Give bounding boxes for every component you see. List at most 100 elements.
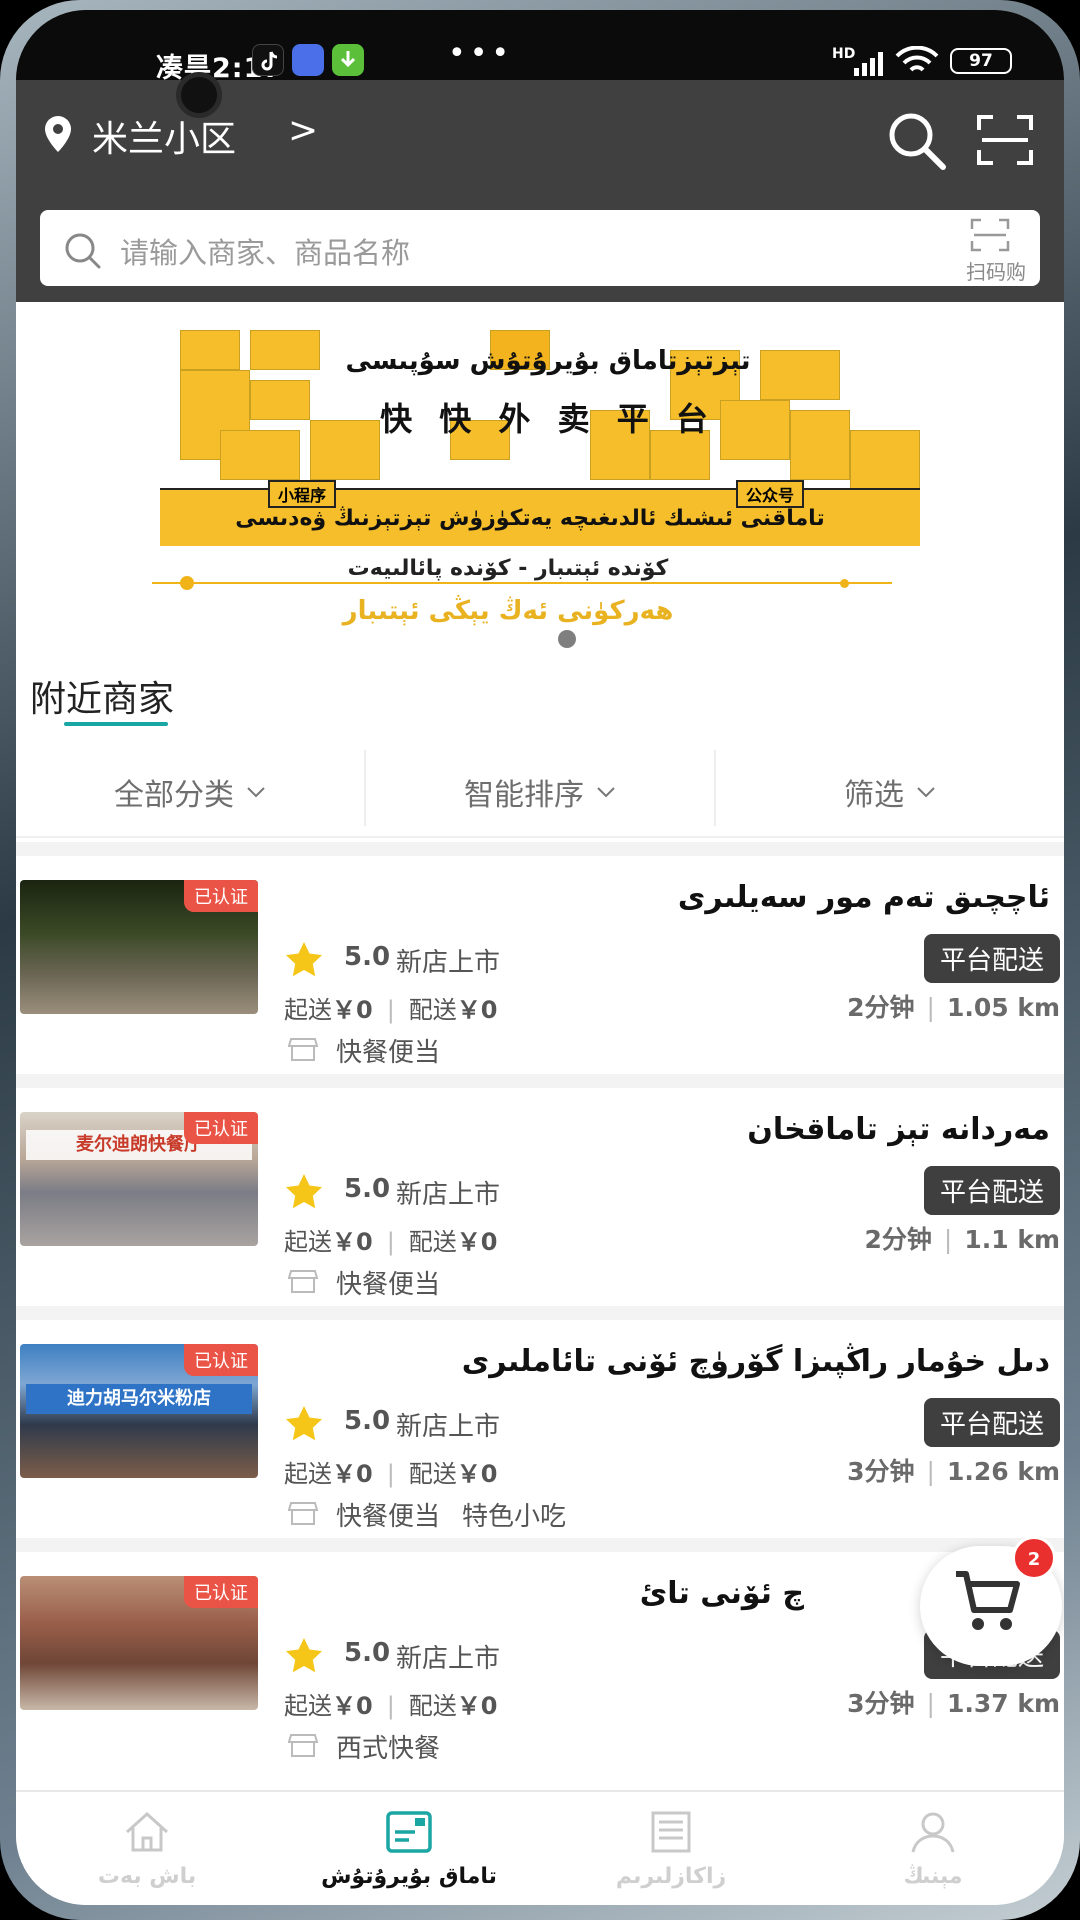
list-separator	[16, 842, 1064, 856]
filter-all-categories[interactable]: 全部分类	[16, 746, 364, 838]
merchant-name[interactable]: ئاچچىق تەم مور سەيلىرى	[678, 880, 1050, 915]
section-title: 附近商家	[30, 679, 175, 720]
location-chevron-icon[interactable]: >	[288, 110, 318, 151]
order-food-icon	[386, 1811, 432, 1853]
promo-banner[interactable]: تېزتېزتاماق بۇيرۇتۇش سۇپىسى 快 快 外 卖 平 台 …	[152, 320, 936, 648]
chevron-down-icon	[597, 787, 615, 798]
status-bar: 凑昙2:17 ••• HD 97	[16, 10, 1064, 84]
merchant-name[interactable]: دىل خۇمار راڭپىزا گۆرۈچ ئۆنى تائاملىرى	[462, 1344, 1050, 1379]
merchant-distance: 2分钟 | 1.05 km	[847, 993, 1060, 1022]
merchant-rating: 5.0	[344, 942, 391, 972]
new-store-tag: 新店上市	[396, 1180, 501, 1210]
store-icon	[288, 1734, 318, 1757]
star-icon	[286, 1638, 322, 1673]
merchant-item[interactable]: 迪力胡马尔米粉店 已认证 دىل خۇمار راڭپىزا گۆرۈچ ئۆن…	[16, 1320, 1064, 1538]
banner-title-uyghur: تېزتېزتاماق بۇيرۇتۇش سۇپىسى	[345, 346, 751, 376]
nav-label: تاماق بۇيرۇتۇش	[321, 1864, 497, 1889]
nav-home[interactable]: باش بەت	[16, 1792, 278, 1905]
new-store-tag: 新店上市	[396, 948, 501, 978]
verified-badge: 已认证	[184, 1344, 258, 1376]
app-screen: 凑昙2:17 ••• HD 97 米兰小区 > 请输入商家、商品名称 扫码购 ت…	[16, 10, 1064, 1905]
list-separator	[16, 1306, 1064, 1320]
list-separator	[16, 1538, 1064, 1552]
banner-everyday-offer: ھەركۈنى ئەڭ يېڭى ئېتىبار	[342, 596, 674, 626]
scan-to-buy-label[interactable]: 扫码购	[966, 256, 1026, 285]
app-header: 凑昙2:17 ••• HD 97 米兰小区 > 请输入商家、商品名称 扫码购	[16, 10, 1064, 302]
merchant-categories: 快餐便当 特色小吃	[336, 1502, 567, 1532]
banner-dot	[840, 579, 849, 588]
scan-to-buy-icon[interactable]	[970, 218, 1010, 252]
banner-pagination-dot[interactable]	[558, 630, 576, 648]
verified-badge: 已认证	[184, 1112, 258, 1144]
star-icon	[286, 1406, 322, 1441]
merchant-distance: 3分钟 | 1.37 km	[847, 1689, 1060, 1718]
download-notification-icon	[332, 44, 364, 76]
banner-title-chinese: 快 快 外 卖 平 台	[380, 400, 716, 438]
shop-sign: 迪力胡马尔米粉店	[26, 1384, 252, 1414]
filter-bar: 全部分类 智能排序 筛选	[16, 746, 1064, 838]
merchant-distance: 2分钟 | 1.1 km	[864, 1225, 1060, 1254]
platform-delivery-badge: 平台配送	[923, 1398, 1060, 1447]
wifi-icon	[895, 46, 939, 72]
chevron-down-icon	[247, 787, 265, 798]
home-icon	[125, 1811, 169, 1852]
chevron-down-icon	[917, 787, 935, 798]
orders-list-icon	[651, 1811, 691, 1853]
nav-my-orders[interactable]: زاكازلىرىم	[540, 1792, 802, 1905]
mini-program-tag: 小程序	[268, 480, 337, 508]
merchant-fees: 起送￥0 | 配送￥0	[284, 1692, 498, 1720]
nav-label: زاكازلىرىم	[615, 1864, 727, 1889]
nav-order-food[interactable]: تاماق بۇيرۇتۇش	[278, 1792, 540, 1905]
nav-label: مېنىڭ	[903, 1864, 963, 1889]
phone-frame: 凑昙2:17 ••• HD 97 米兰小区 > 请输入商家、商品名称 扫码购 ت…	[0, 0, 1080, 1920]
list-separator	[16, 1074, 1064, 1088]
merchant-item[interactable]: 已认证 چ ئۆنى تائ 5.0 新店上市 平台配送 起送￥0|配送￥0 3…	[16, 1552, 1064, 1770]
new-store-tag: 新店上市	[396, 1644, 501, 1674]
more-notifications-icon: •••	[448, 36, 514, 71]
search-input[interactable]: 请输入商家、商品名称	[120, 230, 410, 272]
merchant-item[interactable]: 已认证 ئاچچىق تەم مور سەيلىرى 5.0 新店上市 平台配送…	[16, 856, 1064, 1074]
store-icon	[288, 1038, 318, 1061]
store-icon	[288, 1502, 318, 1525]
banner-slogan: تاماقنى ئىشىك ئالدىغىچە يەتكۈزۈش تېزتېزن…	[235, 506, 825, 531]
cart-icon	[956, 1571, 1020, 1630]
nav-profile[interactable]: مېنىڭ	[802, 1792, 1064, 1905]
banner-dot	[180, 576, 194, 590]
merchant-item[interactable]: 麦尔迪朗快餐厅 已认证 مەردانە تېز تاماقخان 5.0 新店上…	[16, 1088, 1064, 1306]
merchant-name[interactable]: مەردانە تېز تاماقخان	[747, 1112, 1050, 1147]
verified-badge: 已认证	[184, 1576, 258, 1608]
merchant-fees: 起送￥0 | 配送￥0	[284, 1460, 498, 1488]
filter-smart-sort[interactable]: 智能排序	[366, 746, 714, 838]
filter-label: 全部分类	[114, 778, 234, 813]
merchant-photo: 麦尔迪朗快餐厅 已认证	[20, 1112, 258, 1246]
scan-icon[interactable]	[976, 112, 1034, 168]
merchant-categories: 快餐便当	[336, 1038, 441, 1068]
filter-label: 筛选	[844, 778, 904, 813]
battery-indicator: 97	[950, 48, 1012, 74]
official-account-tag: 公众号	[736, 480, 805, 508]
merchant-photo: 已认证	[20, 880, 258, 1014]
merchant-categories: 快餐便当	[336, 1270, 441, 1300]
platform-delivery-badge: 平台配送	[923, 934, 1060, 983]
merchant-rating: 5.0	[344, 1174, 391, 1204]
location-pin-icon[interactable]	[40, 114, 76, 154]
search-field-icon	[65, 233, 101, 269]
search-bar[interactable]: 请输入商家、商品名称 扫码购	[40, 210, 1040, 286]
merchant-photo: 迪力胡马尔米粉店 已认证	[20, 1344, 258, 1478]
cart-count-badge: 2	[1012, 1536, 1056, 1580]
new-store-tag: 新店上市	[396, 1412, 501, 1442]
banner-divider	[152, 582, 892, 584]
merchant-fees: 起送￥0 | 配送￥0	[284, 996, 498, 1024]
banner-daily-offer: كۆندە ئېتىبار - كۆندە پائالىيەت	[347, 556, 669, 581]
section-title-underline	[64, 722, 168, 726]
merchant-distance: 3分钟 | 1.26 km	[847, 1457, 1060, 1486]
merchant-fees: 起送￥0 | 配送￥0	[284, 1228, 498, 1256]
search-icon[interactable]	[884, 108, 948, 172]
filter-screen[interactable]: 筛选	[716, 746, 1064, 838]
merchant-rating: 5.0	[344, 1638, 391, 1668]
star-icon	[286, 942, 322, 977]
merchant-name[interactable]: چ ئۆنى تائ	[640, 1576, 804, 1611]
merchant-photo: 已认证	[20, 1576, 258, 1710]
merchant-rating: 5.0	[344, 1406, 391, 1436]
current-location[interactable]: 米兰小区	[92, 110, 236, 162]
